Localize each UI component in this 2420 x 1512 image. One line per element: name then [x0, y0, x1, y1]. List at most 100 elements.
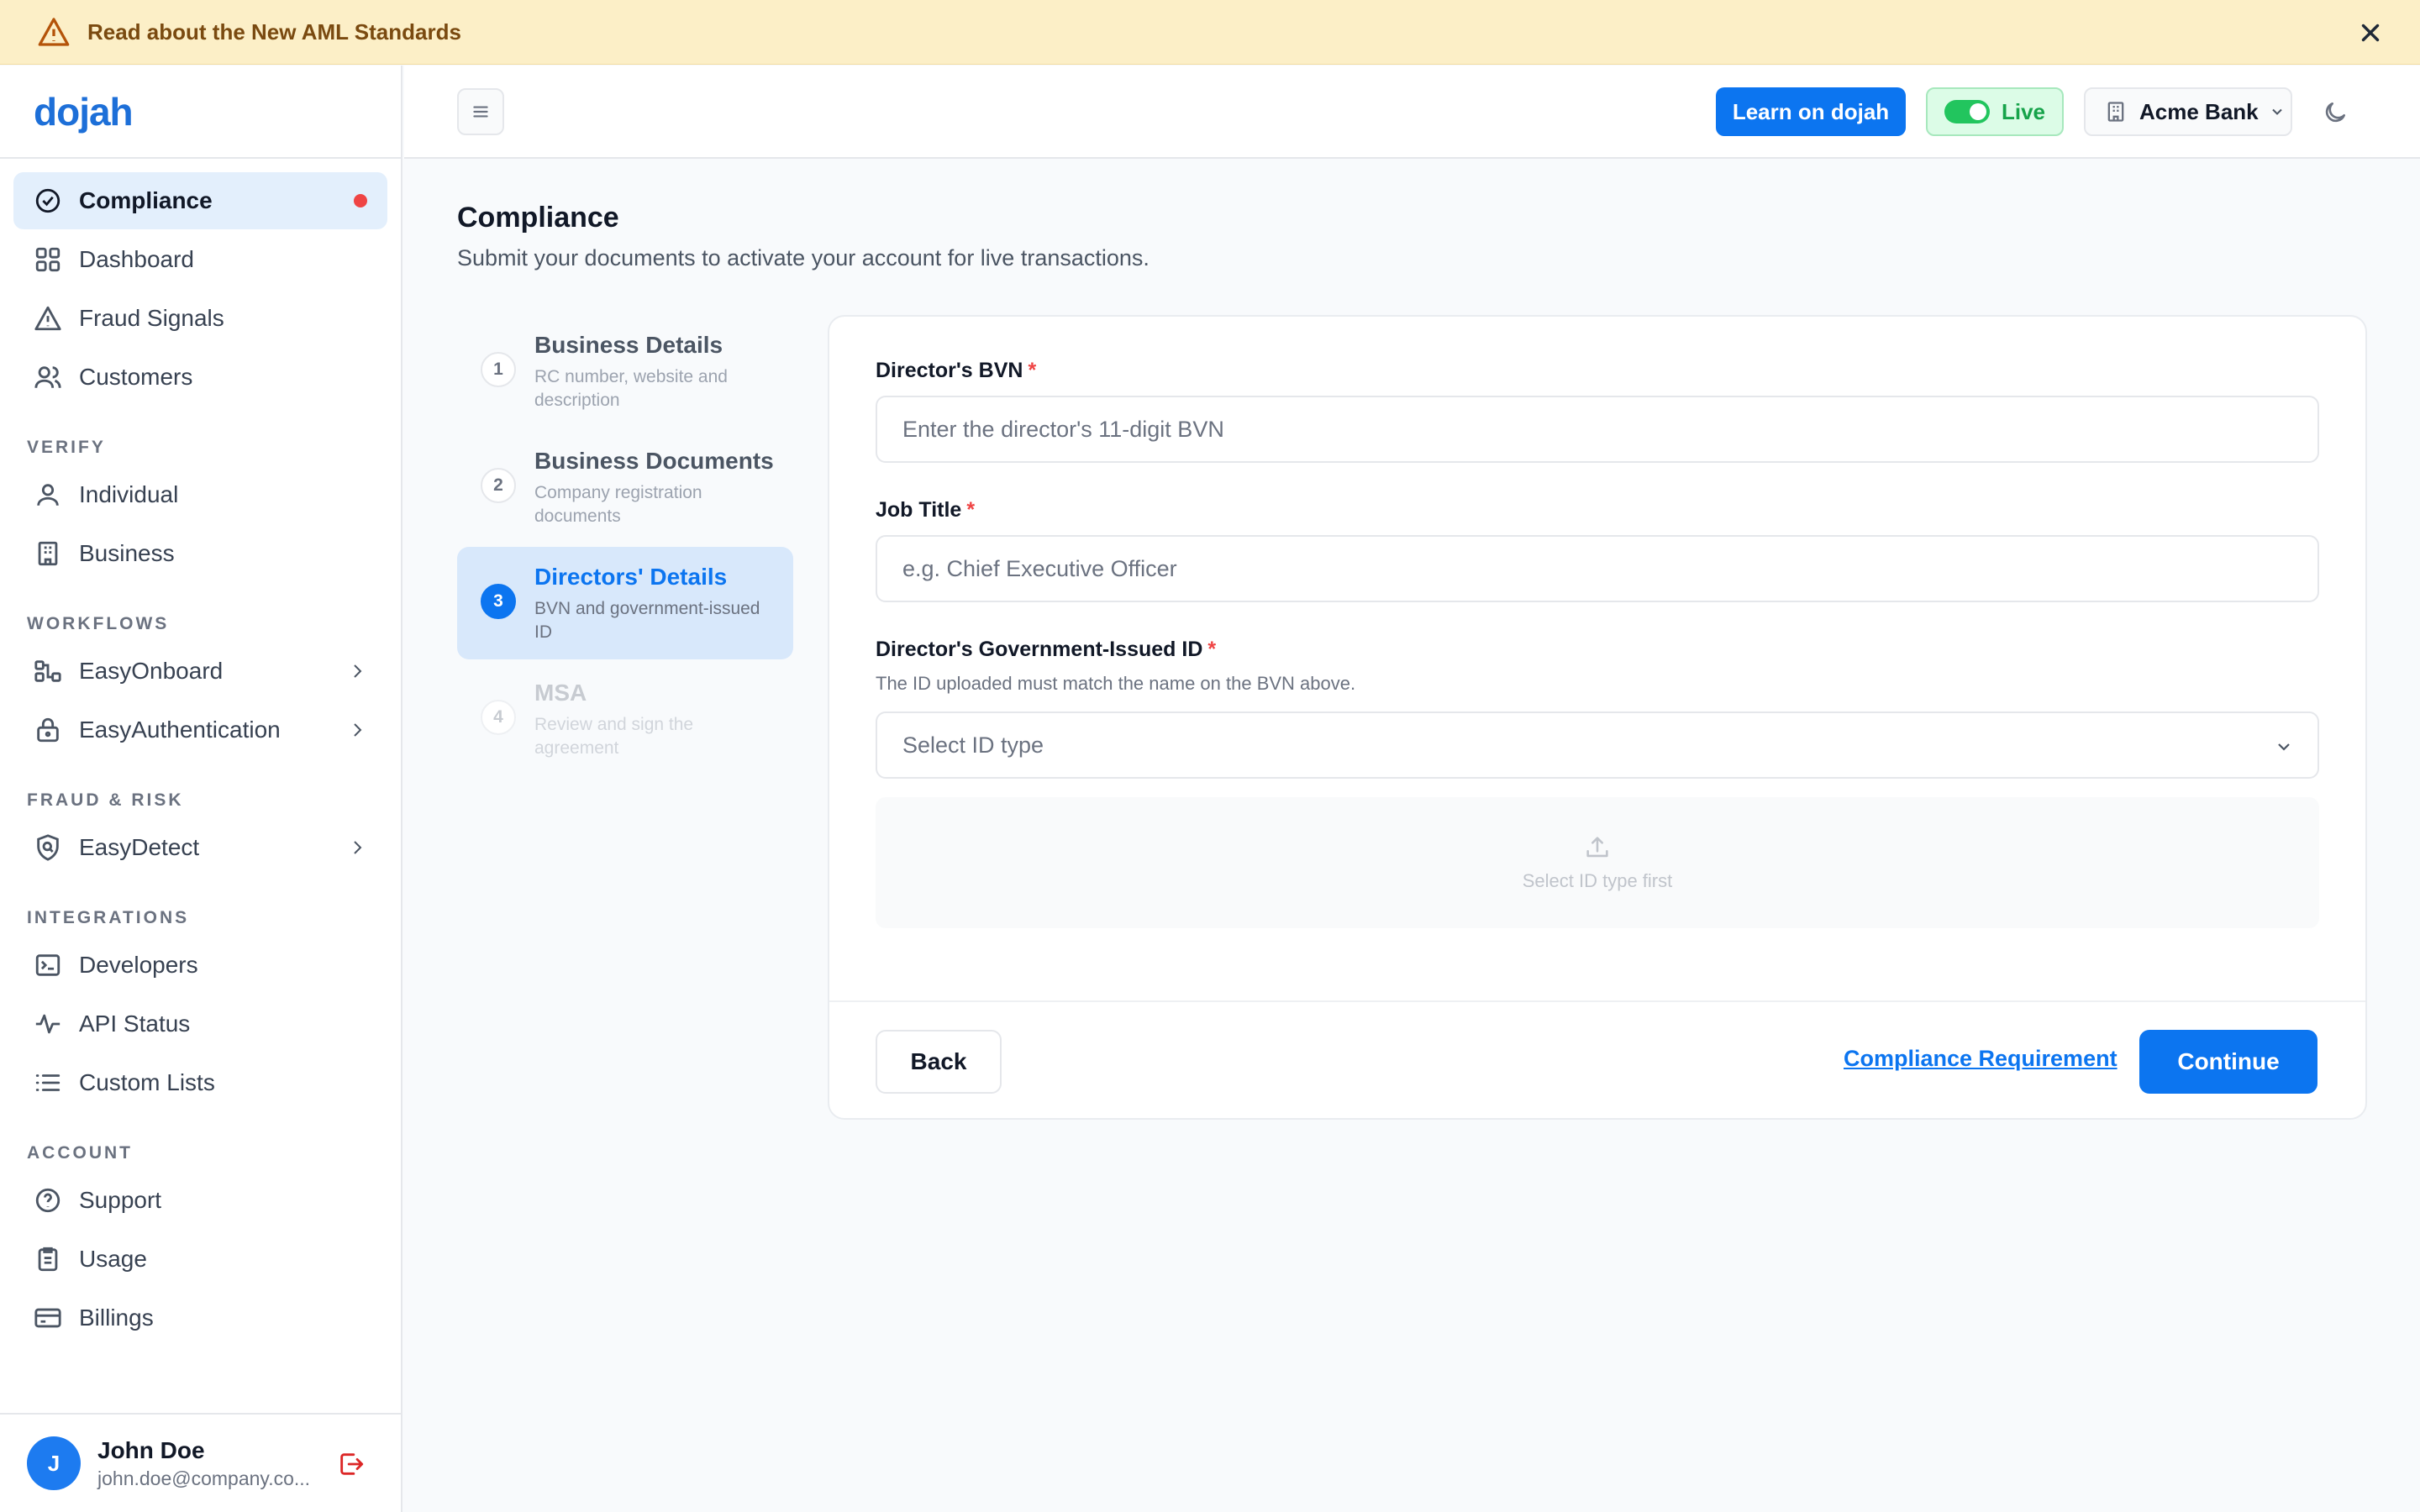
sidebar-item-easyauthentication[interactable]: EasyAuthentication [13, 701, 387, 759]
sidebar-item-easyonboard[interactable]: EasyOnboard [13, 643, 387, 700]
pulse-icon [34, 1010, 62, 1038]
bvn-input[interactable]: Enter the director's 11-digit BVN [876, 396, 2319, 463]
id-upload-dropzone: Select ID type first [876, 797, 2319, 928]
step-directors-details[interactable]: 3 Directors' Details BVN and government-… [457, 547, 793, 659]
sidebar-item-developers[interactable]: Developers [13, 937, 387, 994]
announcement-banner: Read about the New AML Standards [0, 0, 2420, 65]
toggle-switch[interactable] [1944, 100, 1990, 123]
bvn-label: Director's BVN * [876, 359, 1036, 383]
logo-row: dojah [0, 66, 401, 159]
sidebar-item-label: Individual [79, 481, 179, 507]
sidebar-item-customers[interactable]: Customers [13, 349, 387, 406]
sidebar-item-label: EasyAuthentication [79, 717, 281, 743]
government-id-label: Director's Government-Issued ID * [876, 638, 1216, 662]
user-profile[interactable]: J John Doe john.doe@company.co... [0, 1413, 401, 1512]
sidebar-item-label: Billings [79, 1305, 154, 1331]
organization-selector[interactable]: Acme Bank [2084, 87, 2292, 136]
step-description: BVN and government-issued ID [534, 599, 760, 642]
section-title-fraud-risk: FRAUD & RISK [27, 790, 184, 810]
sidebar-item-easydetect[interactable]: EasyDetect [13, 819, 387, 876]
moon-icon[interactable] [2322, 99, 2349, 126]
sidebar-item-label: Support [79, 1187, 162, 1213]
upload-icon [1586, 837, 1608, 858]
sidebar-item-label: Dashboard [79, 246, 194, 272]
id-type-select-value: Select ID type [902, 732, 1044, 758]
menu-toggle-button[interactable] [457, 88, 504, 135]
required-asterisk: * [1207, 638, 1217, 661]
terminal-icon [34, 951, 62, 979]
step-title: Business Documents [534, 448, 774, 474]
credit-card-icon [34, 1304, 62, 1332]
page-subtitle: Submit your documents to activate your a… [457, 245, 1150, 270]
government-id-help: The ID uploaded must match the name on t… [876, 673, 1356, 694]
sidebar-item-individual[interactable]: Individual [13, 466, 387, 523]
chevron-down-icon [2271, 108, 2282, 115]
help-circle-icon [34, 1186, 62, 1215]
sidebar-item-support[interactable]: Support [13, 1172, 387, 1229]
upload-hint: Select ID type first [1522, 870, 1673, 891]
step-description: Company registration documents [534, 483, 702, 526]
step-business-documents[interactable]: 2 Business Documents Company registratio… [457, 431, 793, 543]
section-title-integrations: INTEGRATIONS [27, 908, 190, 927]
user-email: john.doe@company.co... [97, 1467, 311, 1489]
list-icon [34, 1068, 62, 1097]
grid-icon [34, 245, 62, 274]
job-title-input[interactable]: e.g. Chief Executive Officer [876, 535, 2319, 602]
dojah-logo[interactable]: dojah [34, 89, 134, 134]
continue-button[interactable]: Continue [2139, 1030, 2317, 1094]
user-name: John Doe [97, 1436, 205, 1463]
step-number: 2 [481, 468, 516, 503]
id-type-select[interactable]: Select ID type [876, 711, 2319, 779]
clipboard-icon [34, 1245, 62, 1273]
sidebar-item-label: Customers [79, 364, 193, 390]
sidebar-item-dashboard[interactable]: Dashboard [13, 231, 387, 288]
required-asterisk: * [966, 498, 976, 522]
avatar: J [27, 1436, 81, 1490]
sidebar-item-business[interactable]: Business [13, 525, 387, 582]
step-title: Directors' Details [534, 564, 728, 590]
job-title-label-text: Job Title [876, 498, 962, 522]
close-icon[interactable] [2356, 18, 2385, 47]
sidebar-item-label: Usage [79, 1246, 147, 1272]
sidebar-item-label: API Status [79, 1011, 191, 1037]
section-title-verify: VERIFY [27, 438, 106, 457]
step-number: 1 [481, 352, 516, 387]
compliance-requirement-link[interactable]: Compliance Requirement [1844, 1046, 2118, 1072]
page-title: Compliance [457, 202, 619, 234]
sidebar-item-usage[interactable]: Usage [13, 1231, 387, 1288]
directors-details-form: Director's BVN * Enter the director's 11-… [828, 315, 2367, 1120]
sidebar-item-compliance[interactable]: Compliance [13, 172, 387, 229]
sidebar-item-label: Business [79, 540, 175, 566]
sidebar-item-billings[interactable]: Billings [13, 1289, 387, 1347]
sidebar-item-label: Compliance [79, 187, 213, 213]
top-bar: Learn on dojah Live Acme Bank [404, 66, 2420, 159]
footer-divider [829, 1000, 2365, 1002]
logout-icon[interactable] [337, 1450, 366, 1478]
section-title-workflows: WORKFLOWS [27, 614, 170, 633]
live-label: Live [2001, 98, 2046, 124]
learn-on-dojah-button[interactable]: Learn on dojah [1716, 87, 1906, 136]
users-icon [34, 363, 62, 391]
sidebar-item-label: Developers [79, 952, 198, 978]
chevron-down-icon [2278, 743, 2290, 751]
step-description: Review and sign the agreement [534, 715, 694, 758]
sidebar-item-custom-lists[interactable]: Custom Lists [13, 1054, 387, 1111]
check-circle-icon [34, 186, 62, 215]
shield-search-icon [34, 833, 62, 862]
sidebar: dojah Compliance Dashboard Fraud Signals… [0, 66, 402, 1512]
banner-text[interactable]: Read about the New AML Standards [87, 19, 461, 45]
government-id-label-text: Director's Government-Issued ID [876, 638, 1203, 661]
sidebar-item-label: Custom Lists [79, 1069, 215, 1095]
sidebar-nav: Compliance Dashboard Fraud Signals Custo… [0, 159, 401, 1347]
step-number: 4 [481, 700, 516, 735]
step-description: RC number, website and description [534, 367, 728, 410]
lock-icon [34, 716, 62, 744]
sidebar-item-fraud-signals[interactable]: Fraud Signals [13, 290, 387, 347]
notification-dot [354, 194, 367, 207]
back-button[interactable]: Back [876, 1030, 1002, 1094]
chevron-right-icon [354, 664, 362, 678]
sidebar-item-api-status[interactable]: API Status [13, 995, 387, 1053]
step-business-details[interactable]: 1 Business Details RC number, website an… [457, 315, 793, 428]
user-icon [34, 480, 62, 509]
live-mode-toggle[interactable]: Live [1926, 87, 2064, 136]
